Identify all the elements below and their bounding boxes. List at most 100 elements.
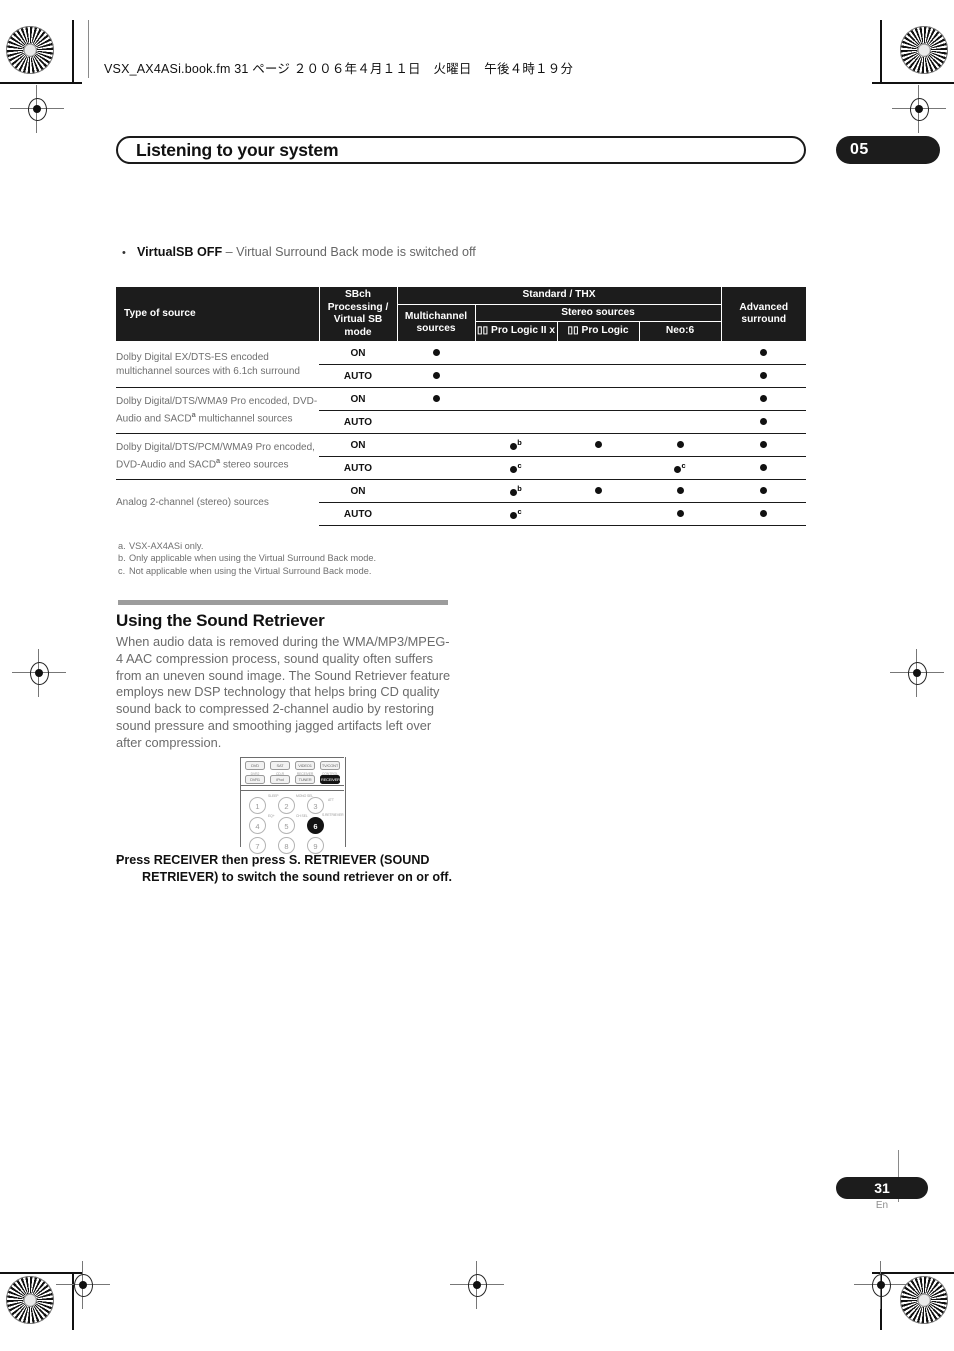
header-pro-logic-iix: ▯▯ Pro Logic II x [474,321,558,342]
cell-plii-1-1 [475,410,557,434]
footnote-c: c. Not applicable when using the Virtual … [118,565,376,577]
cell-pl-3-1 [557,502,639,526]
cell-advanced-1-1 [721,410,807,434]
remote-label-s-retriever: S.RETRIEVER [322,813,344,817]
remote-button-video1-label: VIDEO1 [298,763,312,768]
cell-mode-0-0: ON [319,341,397,365]
registration-star-top-left [6,26,54,74]
cell-plii-3-0: b [475,479,557,503]
cell-mode-2-1: AUTO [319,456,397,480]
instruction-bullet: • Press RECEIVER then press S. RETRIEVER… [116,852,466,885]
remote-divider-mid [240,785,344,787]
footnote-c-text: Not applicable when using the Virtual Su… [129,565,372,576]
registration-crosshair-top-left [10,85,64,133]
registration-crosshair-bottom-right [854,1261,908,1309]
cell-source-2: Dolby Digital/DTS/PCM/WMA9 Pro encoded, … [116,433,319,480]
cell-source-2-tail: stereo sources [220,459,289,471]
remote-button-tuner[interactable]: TUNER [295,775,315,784]
dolby-symbol-icon: ▯▯ [567,325,579,337]
page-title: Listening to your system [136,140,339,160]
cell-source-1: Dolby Digital/DTS/WMA9 Pro encoded, DVD-… [116,387,319,434]
registration-crosshair-mid-right [890,649,944,697]
cell-plii-1-0 [475,387,557,411]
footnote-b-key: b. [118,553,126,564]
sup-plii-2-1: c [517,460,522,470]
remote-number-1[interactable]: 1 [249,797,266,814]
remote-label-eq: EQ+ [268,814,275,818]
footnote-a: a. VSX-AX4ASi only. [118,540,376,552]
registration-crosshair-top-right [892,85,946,133]
header-stereo-sources: Stereo sources [474,304,722,322]
remote-divider-top [240,757,344,759]
surround-mode-matrix-table: Type of source SBch Processing / Virtual… [116,286,807,526]
instruction-text: Press RECEIVER then press S. RETRIEVER (… [116,853,452,884]
remote-button-tuner-label: TUNER [298,777,312,782]
remote-button-sat-label: SAT [276,763,284,768]
cell-pl-2-0 [557,433,639,457]
virtualsb-term: VirtualSB OFF [137,245,223,259]
section-heading: Using the Sound Retriever [116,611,325,630]
section-divider [118,600,448,605]
remote-label-ch-sel: CH SEL [296,814,308,818]
remote-button-video1[interactable]: VIDEO1 [295,761,315,770]
cell-advanced-3-0 [721,479,807,503]
header-advanced-surround: Advanced surround [720,286,807,342]
header-type-of-source: Type of source [116,286,320,342]
cell-advanced-1-0 [721,387,807,411]
header-pro-logic-label: Pro Logic [581,325,629,337]
cell-plii-0-0 [475,341,557,365]
table-row: Dolby Digital/DTS/WMA9 Pro encoded, DVD-… [116,387,807,434]
sup-plii-2-0: b [517,437,522,447]
remote-number-1-label: 1 [255,802,260,811]
registration-star-top-right [900,26,948,74]
footnote-c-key: c. [118,565,126,576]
remote-button-tvcont-label: TV/CONT [321,763,339,768]
trim-line-top-left-v [88,20,89,78]
remote-number-5[interactable]: 5 [278,817,295,834]
remote-button-dvd[interactable]: DVD [245,761,265,770]
cell-multichannel-3-1 [397,502,475,526]
cell-neo6-2-1: c [639,456,722,480]
cell-pl-1-1 [557,410,639,434]
cell-advanced-0-0 [721,341,807,365]
header-standard-thx: Standard / THX [396,286,722,305]
registration-star-bottom-left [6,1276,54,1324]
header-pro-logic-iix-label: Pro Logic II x [491,325,556,337]
registration-crosshair-bottom-center [450,1261,504,1309]
cell-multichannel-2-1 [397,456,475,480]
cell-source-1-tail: multichannel sources [195,413,293,425]
remote-button-sat[interactable]: SAT [270,761,290,770]
remote-number-8-label: 8 [284,842,289,851]
remote-number-2[interactable]: 2 [278,797,295,814]
remote-number-3-label: 3 [313,802,318,811]
remote-number-4-label: 4 [255,822,260,831]
remote-button-tvcont[interactable]: TV/CONT [320,761,340,770]
remote-number-9-label: 9 [313,842,318,851]
cell-mode-3-0: ON [319,479,397,503]
cell-plii-2-1: c [475,456,557,480]
remote-button-dvd-label: DVD [251,763,259,768]
remote-number-6-label: 6 [313,822,318,831]
remote-button-receiver[interactable]: RECEIVER [320,775,340,784]
sup-neo6-2-1: c [681,460,686,470]
chapter-number-badge: 05 [836,136,940,164]
remote-number-3[interactable]: 3 [307,797,324,814]
header-neo6: Neo:6 [638,321,722,342]
remote-button-ipod[interactable]: iPod [270,775,290,784]
crop-mark-top-left-v [72,20,74,82]
remote-number-4[interactable]: 4 [249,817,266,834]
remote-divider-low [240,790,344,792]
cell-neo6-3-0 [639,479,722,503]
chapter-number-label: 05 [850,141,869,158]
bullet-icon: • [122,247,126,259]
cell-pl-1-0 [557,387,639,411]
cell-neo6-3-1 [639,502,722,526]
dolby-symbol-icon: ▯▯ [476,325,489,337]
remote-button-dvr1-label: DVR1 [250,777,260,782]
cell-neo6-2-0 [639,433,722,457]
remote-number-6[interactable]: 6 [307,817,324,834]
footnote-b-text: Only applicable when using the Virtual S… [129,553,377,564]
cell-multichannel-2-0 [397,433,475,457]
registration-crosshair-bottom-left [56,1261,110,1309]
remote-button-dvr1[interactable]: DVR1 [245,775,265,784]
